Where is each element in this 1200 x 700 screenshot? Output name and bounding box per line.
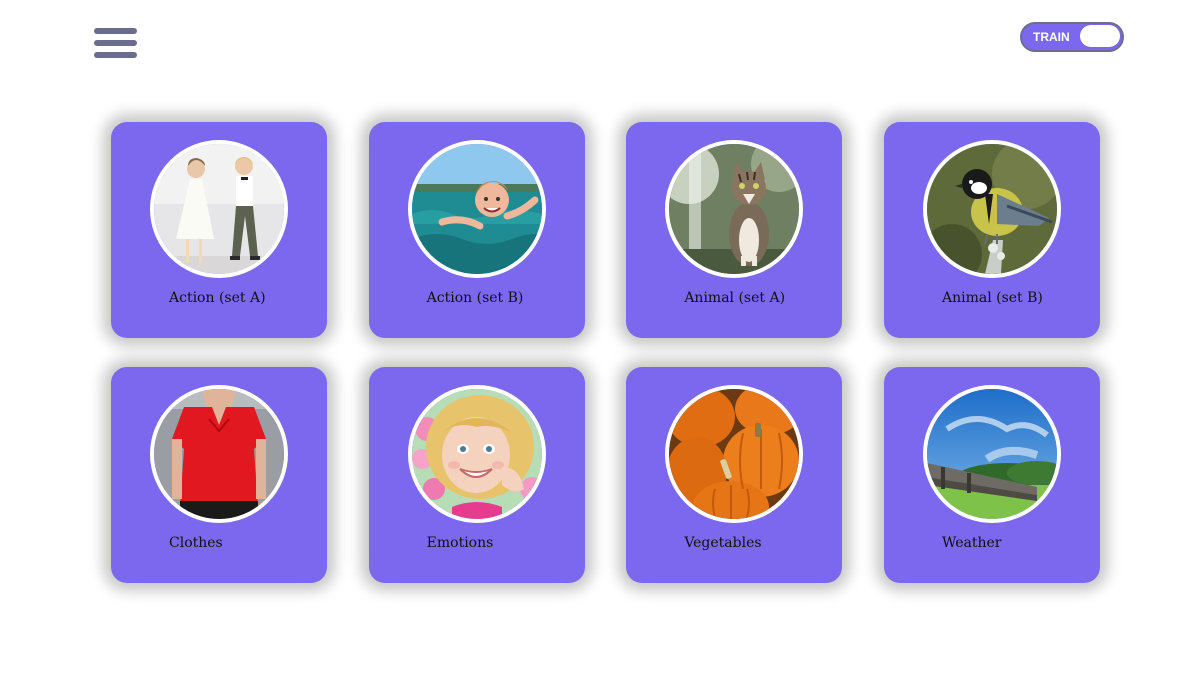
category-label: Action (set A) [169,290,266,306]
woman-red-blouse-image [150,385,288,523]
category-label: Action (set B) [426,290,524,306]
category-card-animal-set-b[interactable]: Animal (set B) [883,122,1100,338]
toggle-label: TRAIN [1033,30,1070,44]
pumpkins-image [665,385,804,523]
child-swimming-image [407,140,546,278]
cat-image [665,140,804,278]
category-card-emotions[interactable]: Emotions [368,367,585,583]
category-label: Animal (set A) [684,290,786,306]
category-card-weather[interactable]: Weather [883,367,1100,583]
category-card-clothes[interactable]: Clothes [111,367,327,583]
bird-tit-image [922,140,1061,278]
category-card-action-set-b[interactable]: Action (set B) [368,122,585,338]
category-card-vegetables[interactable]: Vegetables [626,367,843,583]
hamburger-menu-icon[interactable] [94,28,138,60]
smiling-girl-image [407,385,546,523]
children-dancing-image [150,140,288,278]
category-label: Animal (set B) [941,290,1043,306]
category-card-animal-set-a[interactable]: Animal (set A) [626,122,843,338]
category-label: Clothes [169,535,223,551]
category-label: Vegetables [684,535,762,551]
train-play-mode-toggle[interactable]: TRAIN [1020,22,1124,52]
category-label: Emotions [426,535,494,551]
category-label: Weather [941,535,1002,551]
category-grid: Action (set A) Action (set B) Animal (se… [111,122,1100,583]
toggle-knob [1080,25,1120,47]
blue-sky-landscape-image [922,385,1061,523]
app-header: TRAIN [0,0,1200,90]
category-card-action-set-a[interactable]: Action (set A) [111,122,327,338]
